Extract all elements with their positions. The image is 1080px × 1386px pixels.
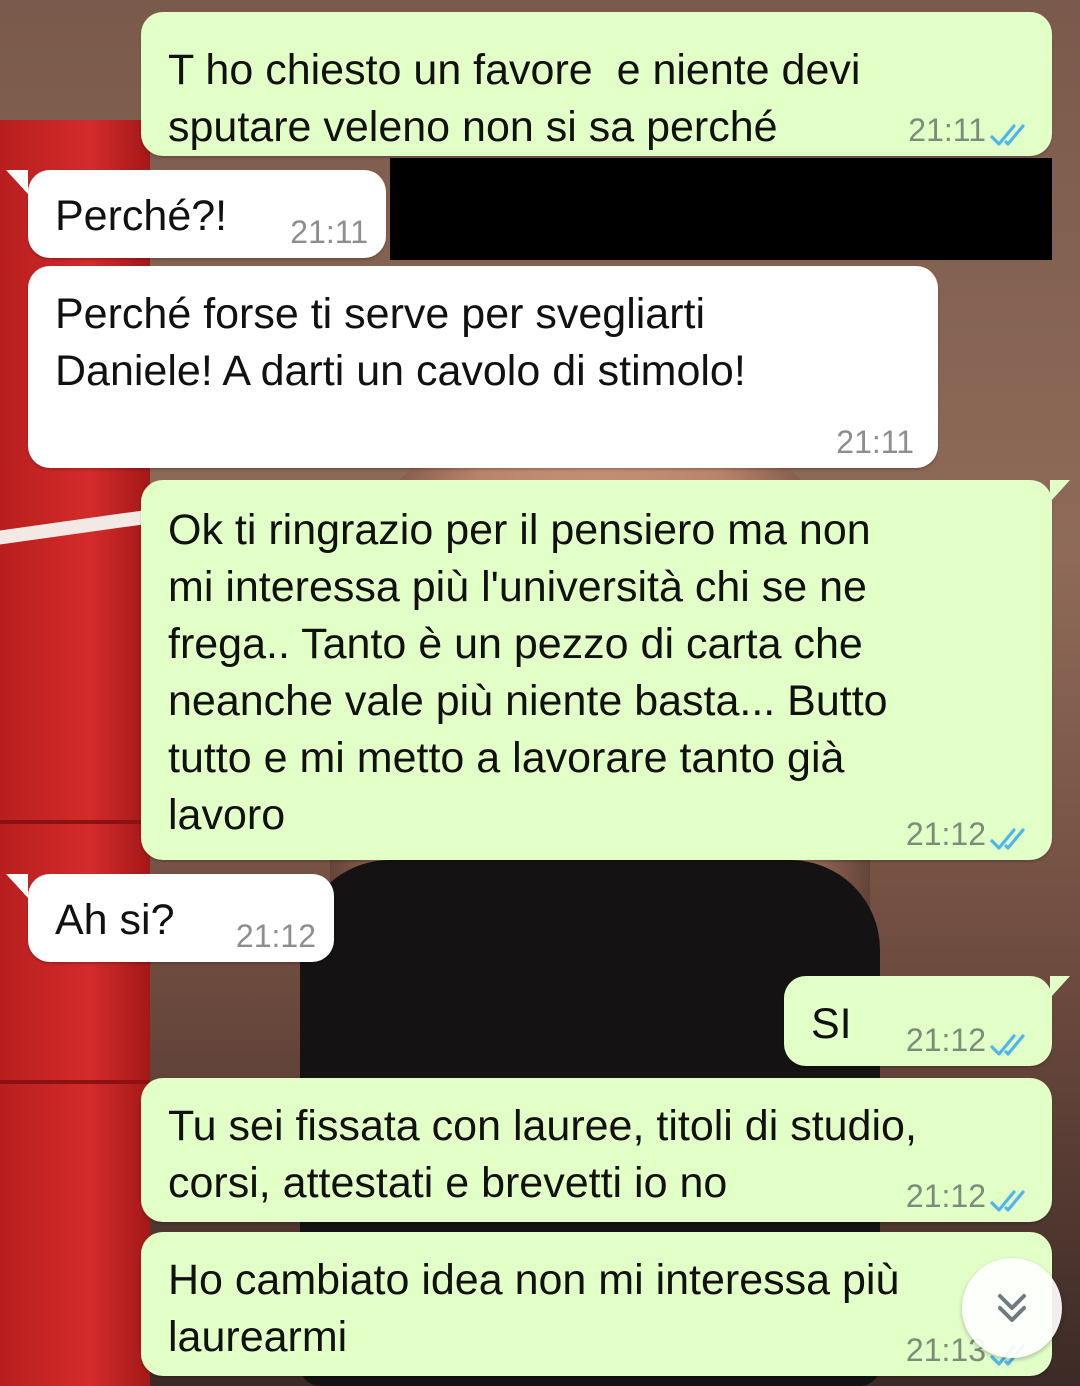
message-time: 21:12 — [905, 1022, 986, 1058]
scroll-to-bottom-button[interactable] — [962, 1258, 1062, 1358]
bubble-tail — [6, 874, 28, 898]
message-text: SI — [811, 1000, 852, 1048]
message-bubble-outgoing[interactable]: Tu sei fissata con lauree, titoli di stu… — [141, 1078, 1052, 1222]
double-chevron-down-icon — [998, 1294, 1026, 1322]
message-meta: 21:11 — [836, 424, 914, 460]
message-meta: 21:12 — [906, 816, 1034, 852]
message-time: 21:11 — [836, 424, 914, 460]
message-text: Perché forse ti serve per svegliarti Dan… — [55, 290, 746, 395]
message-text: T ho chiesto un favore e niente devi spu… — [168, 46, 861, 151]
message-time: 21:12 — [905, 816, 986, 852]
message-text: Ah si? — [55, 896, 175, 944]
message-text: Ok ti ringrazio per il pensiero ma non m… — [168, 506, 888, 839]
message-time: 21:11 — [290, 214, 368, 250]
message-time: 21:12 — [905, 1178, 986, 1214]
message-bubble-incoming[interactable]: Ah si? 21:12 — [6, 874, 334, 962]
double-check-icon — [990, 1034, 1025, 1056]
message-meta: 21:11 — [908, 112, 1034, 148]
bubble-tail — [1050, 480, 1070, 502]
bubble-tail — [1050, 976, 1070, 998]
double-check-icon — [990, 1190, 1025, 1212]
message-time: 21:12 — [235, 918, 316, 954]
double-check-icon — [990, 124, 1025, 146]
wallpaper-detail — [0, 1080, 150, 1084]
message-meta: 21:12 — [236, 918, 316, 954]
message-text: Ho cambiato idea non mi interessa più la… — [168, 1256, 900, 1361]
message-text: Tu sei fissata con lauree, titoli di stu… — [168, 1102, 917, 1207]
wallpaper-detail — [0, 820, 150, 824]
message-meta: 21:12 — [906, 1178, 1034, 1214]
message-bubble-incoming[interactable]: Perché?! 21:11 — [6, 170, 386, 258]
message-bubble-incoming[interactable]: Perché forse ti serve per svegliarti Dan… — [28, 266, 938, 468]
message-bubble-outgoing[interactable]: Ok ti ringrazio per il pensiero ma non m… — [141, 480, 1070, 860]
message-text: Perché?! — [55, 192, 228, 240]
double-check-icon — [990, 828, 1025, 850]
bubble-tail — [6, 170, 28, 194]
message-bubble-outgoing[interactable]: SI 21:12 — [784, 976, 1070, 1066]
message-meta: 21:12 — [906, 1022, 1034, 1058]
message-meta: 21:11 — [290, 214, 368, 250]
message-bubble-outgoing[interactable]: T ho chiesto un favore e niente devi spu… — [141, 12, 1052, 156]
message-time: 21:11 — [908, 112, 986, 148]
redaction-box — [390, 158, 1052, 260]
message-bubble-outgoing[interactable]: Ho cambiato idea non mi interessa più la… — [141, 1232, 1052, 1376]
